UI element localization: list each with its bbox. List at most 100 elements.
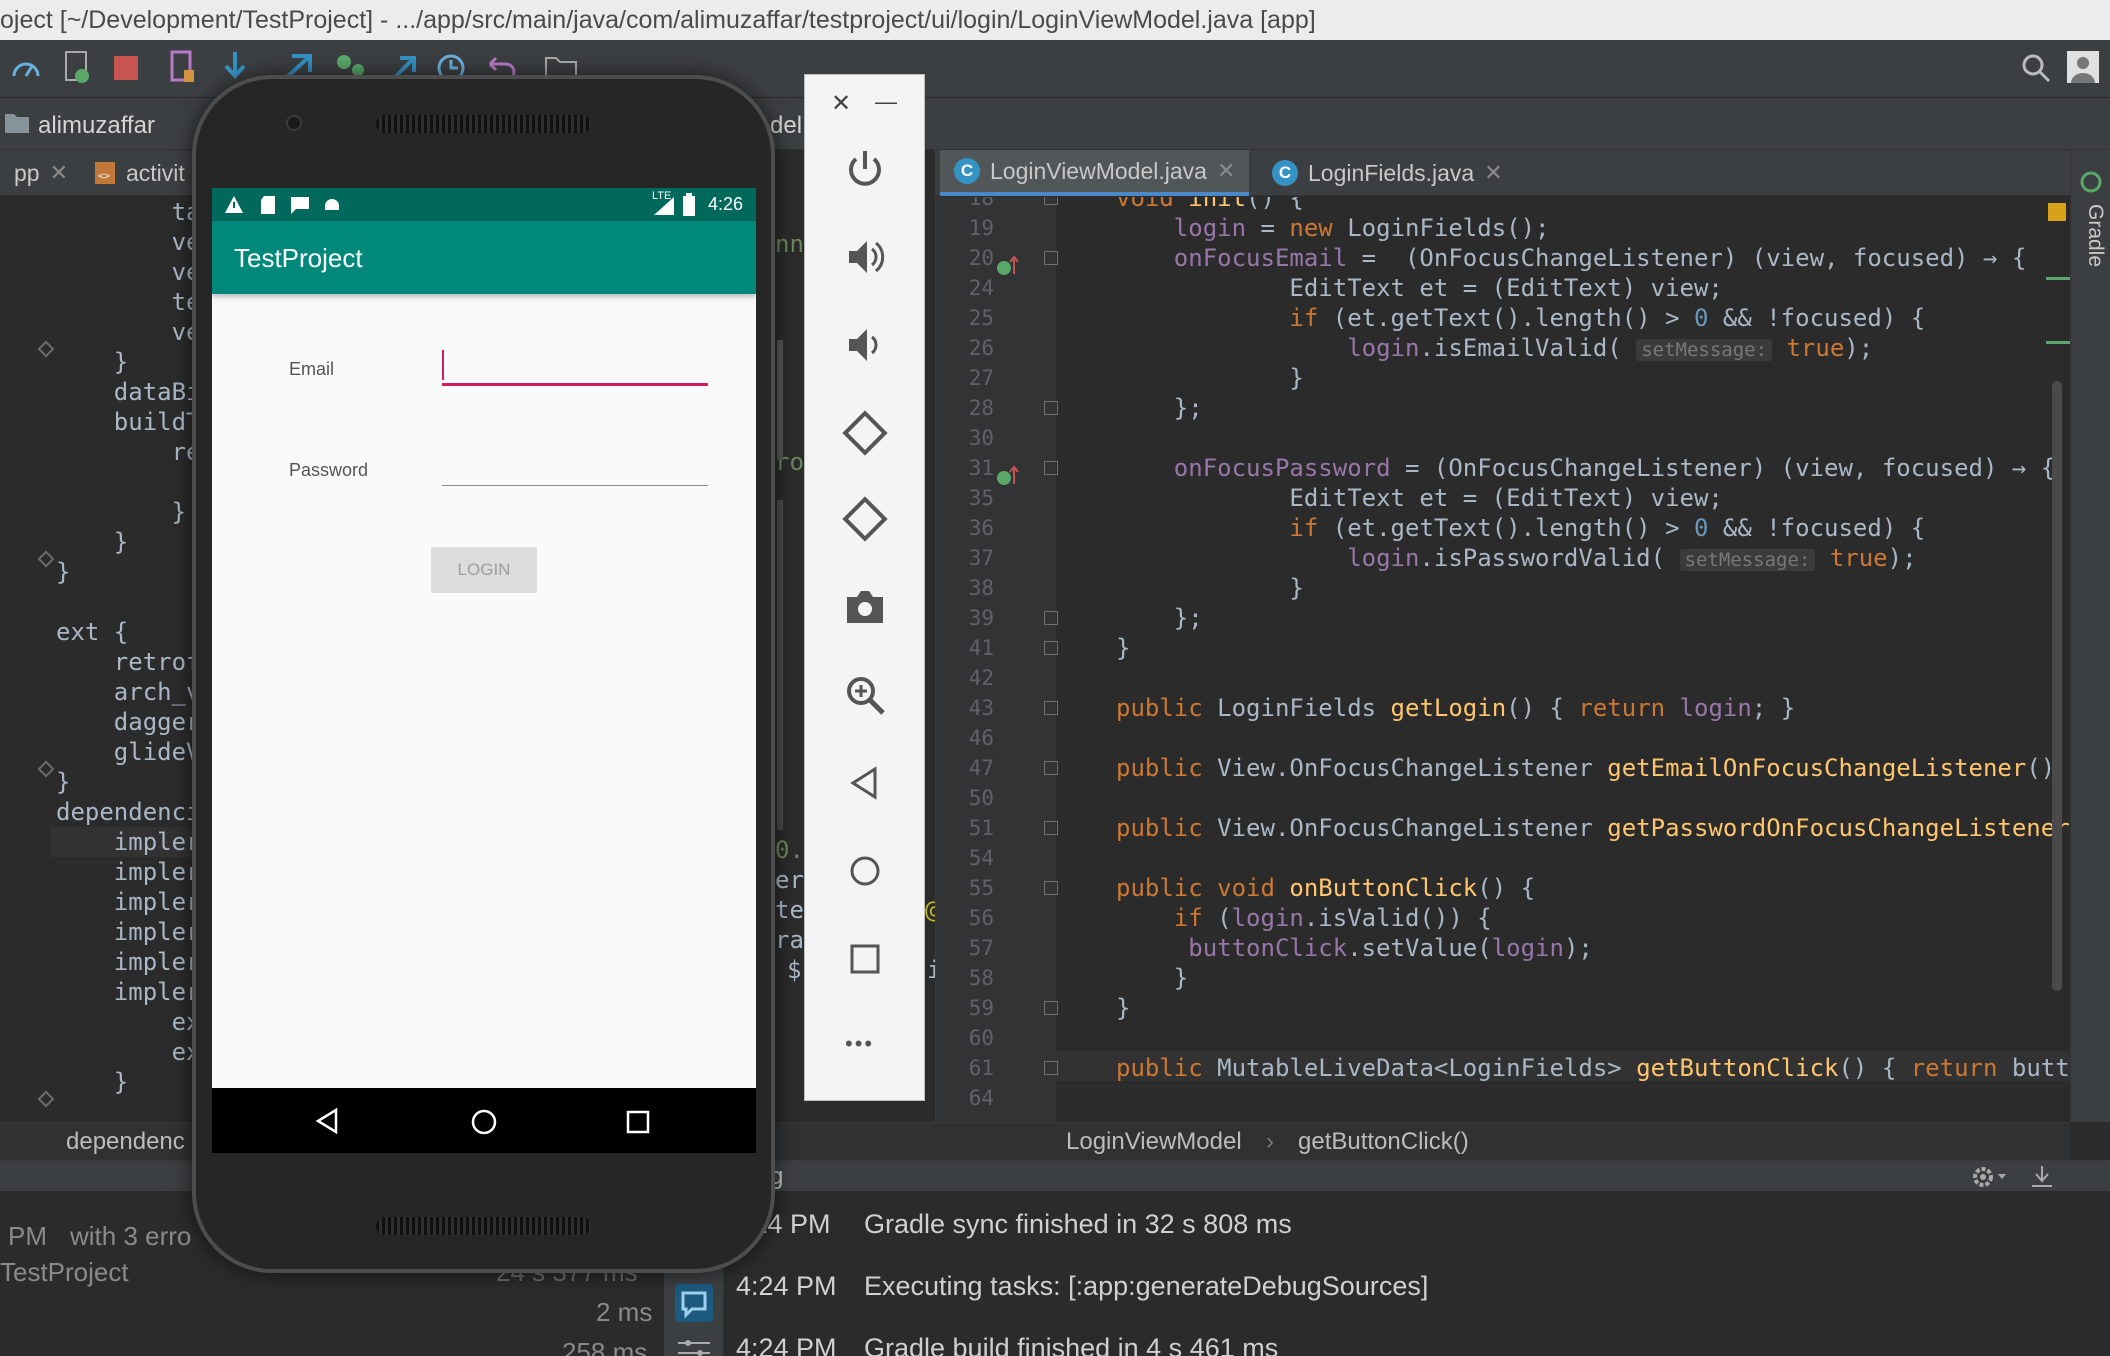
fold-marker[interactable] xyxy=(1044,611,1058,625)
close-icon[interactable]: ✕ xyxy=(1217,158,1235,184)
minimize-icon[interactable]: — xyxy=(875,89,897,115)
home-button[interactable] xyxy=(835,841,895,901)
nav-partial-crumb[interactable]: del xyxy=(770,112,802,140)
build-tree-item[interactable]: TestProject xyxy=(0,1257,129,1288)
back-button[interactable] xyxy=(835,753,895,813)
screenshot-button[interactable] xyxy=(835,577,895,637)
code-fragment: @ xyxy=(925,896,935,924)
rotate-right-button[interactable] xyxy=(835,489,895,549)
fold-marker[interactable] xyxy=(1044,401,1058,415)
rotate-left-button[interactable] xyxy=(835,403,895,463)
close-icon[interactable]: ✕ xyxy=(1484,160,1502,186)
fold-marker[interactable] xyxy=(1044,881,1058,895)
code-line: glideV xyxy=(56,738,195,766)
fold-marker[interactable] xyxy=(1044,197,1058,205)
fold-marker[interactable] xyxy=(1044,761,1058,775)
debug-attach-icon[interactable] xyxy=(62,50,92,86)
rotate-right-icon xyxy=(842,496,888,542)
password-field[interactable] xyxy=(442,446,708,486)
fold-marker[interactable] xyxy=(1044,701,1058,715)
pin-icon[interactable] xyxy=(2028,1164,2056,1190)
tab-login-fields[interactable]: C LoginFields.java ✕ xyxy=(1258,150,1517,196)
console-icon[interactable] xyxy=(674,1283,714,1323)
code-line: void init() { xyxy=(1116,197,1304,212)
analysis-status-icon[interactable] xyxy=(2048,203,2066,221)
volume-up-button[interactable] xyxy=(835,227,895,287)
close-icon[interactable]: ✕ xyxy=(831,89,851,118)
code-line: dependenci xyxy=(56,798,195,826)
gradle-tool-tab[interactable]: Gradle xyxy=(2075,204,2107,324)
line-number: 50 xyxy=(968,786,994,810)
tab-login-view-model[interactable]: C LoginViewModel.java ✕ xyxy=(940,150,1250,196)
code-line: } xyxy=(1116,994,1131,1022)
home-icon xyxy=(850,856,880,886)
more-icon[interactable]: ••• xyxy=(845,1031,874,1057)
editor-scrollbar[interactable] xyxy=(2052,381,2062,991)
tab-app[interactable]: pp ✕ xyxy=(0,150,82,196)
override-marker-icon[interactable] xyxy=(996,464,1022,488)
speedometer-icon[interactable] xyxy=(10,52,42,84)
overview-icon[interactable] xyxy=(626,1110,650,1134)
stop-icon[interactable] xyxy=(112,54,140,82)
fold-marker[interactable] xyxy=(1044,251,1058,265)
window-title-bar: oject [~/Development/TestProject] - .../… xyxy=(0,0,2110,40)
scrollbar[interactable] xyxy=(777,500,783,830)
main-code-editor[interactable]: 18 19 20 24 25 26 27 28 30 31 35 36 37 38 39 41 42 43 46 47… xyxy=(935,197,2070,1122)
fold-marker[interactable] xyxy=(1044,821,1058,835)
override-marker-icon[interactable] xyxy=(996,254,1022,278)
overview-button[interactable] xyxy=(835,929,895,989)
line-number: 47 xyxy=(968,756,994,780)
power-button[interactable] xyxy=(835,139,895,199)
code-line: }; xyxy=(1116,394,1203,422)
log-time: 4:24 PM xyxy=(736,1333,837,1356)
close-icon[interactable]: ✕ xyxy=(50,160,68,186)
fold-marker[interactable] xyxy=(1044,641,1058,655)
volume-down-icon xyxy=(849,329,878,361)
code-fragment: te xyxy=(775,896,804,924)
settings-sliders-icon[interactable] xyxy=(674,1337,714,1356)
left-editor[interactable]: ta ve ve te ve } dataBi buildT re } }} ex… xyxy=(0,197,195,1122)
back-icon[interactable] xyxy=(314,1108,340,1134)
class-icon: C xyxy=(1272,160,1298,186)
search-icon[interactable] xyxy=(2020,52,2052,84)
zoom-button[interactable] xyxy=(835,665,895,725)
nav-project[interactable]: alimuzaffar xyxy=(38,112,155,140)
device-manager-icon[interactable] xyxy=(168,50,198,86)
login-button[interactable]: LOGIN xyxy=(431,547,537,593)
code-line: } xyxy=(56,498,187,526)
password-label: Password xyxy=(289,460,369,480)
code-line: public View.OnFocusChangeListener getEma… xyxy=(1116,754,2070,782)
email-field[interactable] xyxy=(442,346,708,386)
left-breadcrumb[interactable]: dependenc xyxy=(66,1128,185,1156)
build-duration: 258 ms xyxy=(562,1337,648,1356)
fold-marker[interactable] xyxy=(1044,461,1058,475)
code-line: impler xyxy=(56,888,195,916)
fold-marker[interactable] xyxy=(1044,1001,1058,1015)
gradle-icon xyxy=(2080,171,2102,193)
breadcrumb-class[interactable]: LoginViewModel xyxy=(1066,1128,1242,1156)
device-screen[interactable]: LTE 4:26 TestProject Email Password LOGI… xyxy=(212,188,756,1153)
code-line: } xyxy=(56,528,129,556)
tab-activity[interactable]: <> activit xyxy=(80,150,199,196)
code-line: impler xyxy=(56,858,195,886)
line-number: 51 xyxy=(968,816,994,840)
line-number: 57 xyxy=(968,936,994,960)
code-line: if (login.isValid()) { xyxy=(1173,904,1492,932)
line-number: 42 xyxy=(968,666,994,690)
code-line: ext { xyxy=(56,618,129,646)
user-avatar-icon[interactable] xyxy=(2066,50,2100,84)
code-line: retrof xyxy=(56,648,195,676)
volume-down-button[interactable] xyxy=(835,315,895,375)
fold-marker[interactable] xyxy=(1044,1061,1058,1075)
scrollbar[interactable] xyxy=(777,340,783,460)
code-line: te xyxy=(56,288,195,316)
top-speaker xyxy=(376,115,591,133)
line-number: 43 xyxy=(968,696,994,720)
code-line: impler xyxy=(56,948,195,976)
gear-icon[interactable] xyxy=(1970,1164,2010,1190)
home-icon[interactable] xyxy=(470,1108,498,1136)
line-number: 35 xyxy=(968,486,994,510)
breadcrumb-method[interactable]: getButtonClick() xyxy=(1298,1128,1469,1156)
app-toolbar: TestProject xyxy=(212,221,756,294)
class-icon: C xyxy=(954,158,980,184)
